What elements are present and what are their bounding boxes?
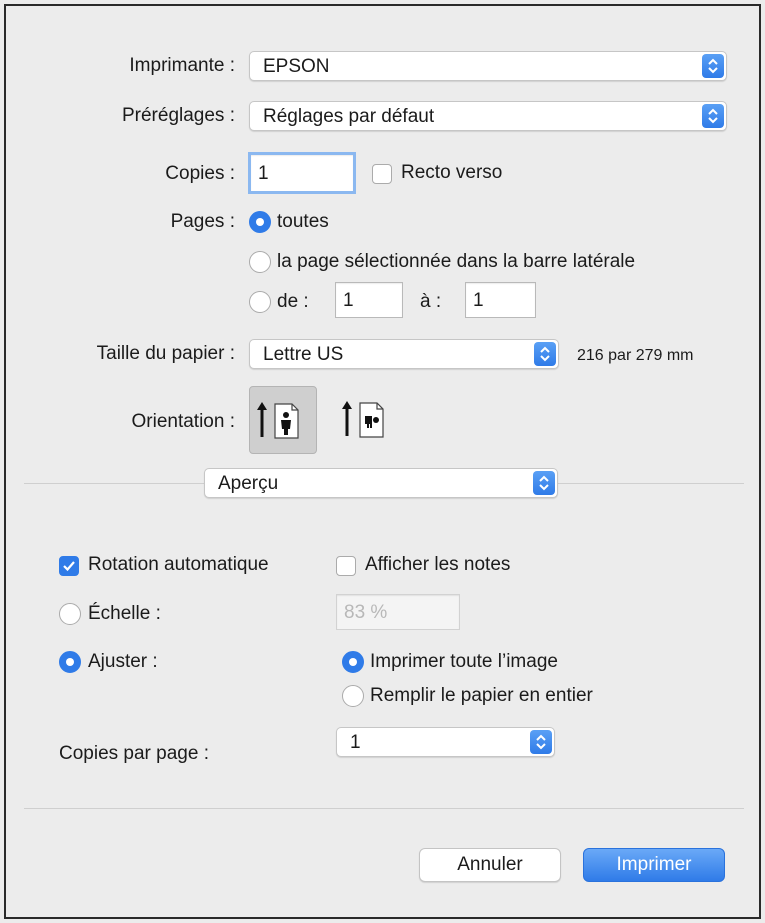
popup-stepper-icon xyxy=(702,54,724,78)
pages-selected-label: la page sélectionnée dans la barre latér… xyxy=(277,251,636,272)
fill-paper-label: Remplir le papier en entier xyxy=(370,685,593,706)
popup-stepper-icon xyxy=(534,342,556,366)
section-popup[interactable]: Aperçu xyxy=(204,468,558,498)
orientation-landscape-button[interactable] xyxy=(335,386,403,454)
paper-size-dimensions: 216 par 279 mm xyxy=(577,347,694,364)
presets-popup[interactable]: Réglages par défaut xyxy=(249,101,727,131)
scale-radio[interactable] xyxy=(59,603,81,625)
pages-selected-radio[interactable] xyxy=(249,251,271,273)
copies-value: 1 xyxy=(258,163,269,184)
duplex-label: Recto verso xyxy=(401,162,503,183)
footer-separator xyxy=(24,808,744,809)
scale-label: Échelle : xyxy=(88,603,161,624)
paper-size-value: Lettre US xyxy=(263,344,344,365)
show-notes-label: Afficher les notes xyxy=(365,554,511,575)
pages-from-value: 1 xyxy=(343,290,354,311)
printer-label: Imprimante : xyxy=(129,55,235,76)
popup-stepper-icon xyxy=(533,471,555,495)
copies-label: Copies : xyxy=(165,163,235,184)
pages-to-label: à : xyxy=(420,291,442,312)
orientation-label: Orientation : xyxy=(131,411,236,432)
cancel-button[interactable]: Annuler xyxy=(419,848,561,882)
printer-value: EPSON xyxy=(263,56,330,77)
copies-per-page-label: Copies par page : xyxy=(59,743,209,764)
landscape-icon xyxy=(342,401,384,438)
pages-to-field[interactable]: 1 xyxy=(465,282,536,318)
orientation-portrait-button[interactable] xyxy=(249,386,317,454)
separator-right xyxy=(558,483,744,484)
copies-per-page-popup[interactable]: 1 xyxy=(336,727,555,757)
auto-rotate-label: Rotation automatique xyxy=(88,554,269,575)
presets-label: Préréglages : xyxy=(121,105,235,126)
duplex-checkbox[interactable] xyxy=(372,164,392,184)
copies-per-page-value: 1 xyxy=(350,732,361,753)
print-button[interactable]: Imprimer xyxy=(583,848,725,882)
print-entire-radio[interactable] xyxy=(342,651,364,673)
portrait-icon xyxy=(257,402,299,439)
scale-field[interactable]: 83 % xyxy=(336,594,460,630)
pages-all-label: toutes xyxy=(277,211,329,232)
separator-left xyxy=(24,483,204,484)
checkmark-icon xyxy=(63,561,75,572)
pages-label: Pages : xyxy=(170,211,235,232)
scale-value: 83 % xyxy=(344,602,388,623)
pages-from-field[interactable]: 1 xyxy=(335,282,403,318)
presets-value: Réglages par défaut xyxy=(263,106,435,127)
printer-popup[interactable]: EPSON xyxy=(249,51,727,81)
pages-from-label: de : xyxy=(277,291,309,312)
print-entire-label: Imprimer toute l’image xyxy=(370,651,558,672)
pages-to-value: 1 xyxy=(473,290,484,311)
print-dialog: Imprimante : EPSON Préréglages : Réglage… xyxy=(4,4,761,919)
popup-stepper-icon xyxy=(702,104,724,128)
pages-range-radio[interactable] xyxy=(249,291,271,313)
auto-rotate-checkbox[interactable] xyxy=(59,556,79,576)
copies-field[interactable]: 1 xyxy=(248,152,356,194)
fit-radio[interactable] xyxy=(59,651,81,673)
pages-all-radio[interactable] xyxy=(249,211,271,233)
fit-label: Ajuster : xyxy=(88,651,158,672)
paper-size-popup[interactable]: Lettre US xyxy=(249,339,559,369)
section-value: Aperçu xyxy=(218,473,279,494)
fill-paper-radio[interactable] xyxy=(342,685,364,707)
paper-size-label: Taille du papier : xyxy=(96,343,235,364)
show-notes-checkbox[interactable] xyxy=(336,556,356,576)
popup-stepper-icon xyxy=(530,730,552,754)
